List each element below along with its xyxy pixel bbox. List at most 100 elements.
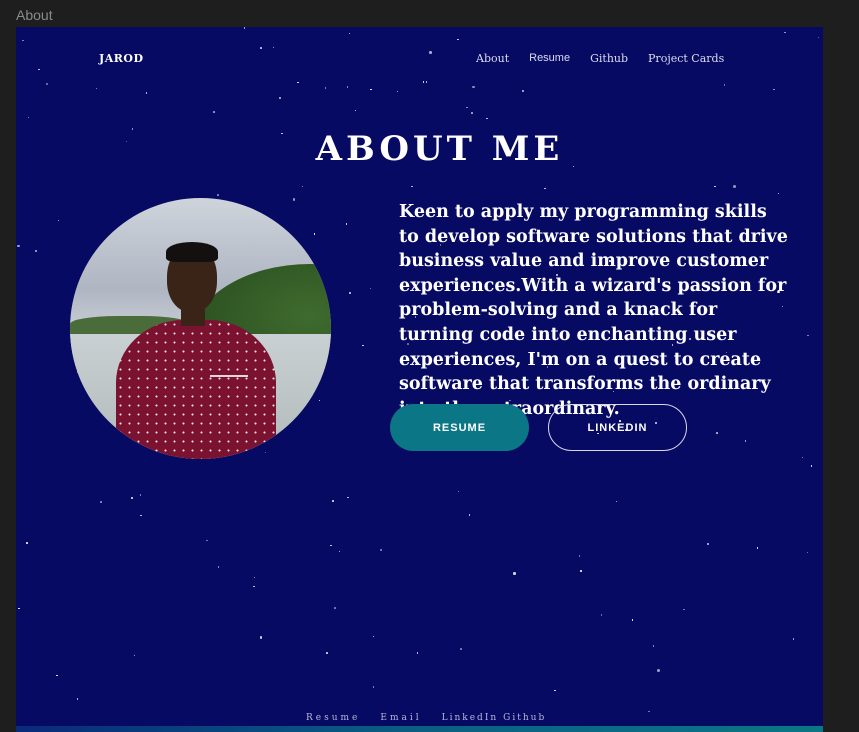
star-dot: [652, 645, 655, 647]
linkedin-button[interactable]: LINKEDIN: [548, 404, 687, 451]
star-dot: [131, 497, 133, 499]
star-dot: [348, 32, 351, 35]
star-dot: [784, 31, 786, 34]
star-dot: [354, 109, 356, 112]
star-dot: [806, 551, 809, 554]
star-dot: [369, 287, 372, 290]
star-dot: [723, 84, 725, 86]
star-dot: [631, 619, 634, 621]
star-dot: [56, 674, 58, 677]
top-nav: About Resume Github Project Cards: [476, 52, 744, 65]
star-dot: [362, 344, 364, 347]
star-dot: [22, 39, 24, 42]
star-dot: [706, 542, 710, 546]
star-dot: [411, 185, 413, 188]
star-dot: [76, 698, 79, 700]
footer-link-email[interactable]: Email: [380, 713, 421, 723]
star-dot: [466, 106, 468, 109]
star-dot: [756, 547, 759, 549]
star-dot: [139, 494, 142, 496]
star-dot: [777, 192, 780, 195]
star-dot: [733, 185, 736, 188]
star-dot: [429, 51, 432, 54]
star-dot: [396, 90, 399, 93]
brand-logo[interactable]: JAROD: [99, 52, 144, 65]
star-dot: [95, 87, 98, 90]
star-dot: [324, 87, 327, 89]
star-dot: [807, 334, 809, 336]
star-dot: [259, 636, 263, 639]
star-dot: [17, 244, 20, 248]
footer-links: Resume Email LinkedIn Github: [306, 713, 551, 723]
star-dot: [140, 514, 142, 517]
star-dot: [100, 501, 102, 503]
star-dot: [457, 38, 459, 41]
page-title: ABOUT ME: [315, 129, 564, 169]
star-dot: [600, 614, 603, 616]
star-dot: [372, 686, 375, 688]
star-dot: [346, 86, 349, 88]
star-dot: [292, 198, 296, 201]
star-dot: [46, 83, 48, 85]
star-dot: [253, 585, 255, 588]
star-dot: [522, 90, 524, 92]
star-dot: [297, 81, 299, 84]
star-dot: [773, 88, 775, 91]
star-dot: [372, 635, 375, 638]
star-dot: [217, 194, 219, 196]
resume-button[interactable]: RESUME: [390, 404, 529, 451]
star-dot: [301, 185, 304, 188]
nav-item-about[interactable]: About: [476, 52, 509, 65]
star-dot: [792, 638, 795, 640]
star-dot: [206, 539, 208, 542]
star-dot: [217, 566, 220, 568]
star-dot: [18, 607, 20, 610]
photo-person-hair: [166, 242, 218, 262]
star-dot: [272, 46, 275, 49]
nav-item-project-cards[interactable]: Project Cards: [648, 52, 724, 65]
star-dot: [57, 219, 60, 222]
footer-link-github[interactable]: Github: [503, 713, 546, 723]
star-dot: [468, 514, 471, 516]
star-dot: [744, 440, 747, 442]
nav-item-github[interactable]: Github: [590, 52, 628, 65]
star-dot: [26, 542, 28, 544]
star-dot: [332, 500, 334, 502]
star-dot: [145, 92, 148, 94]
about-page-frame: JAROD About Resume Github Project Cards …: [16, 27, 823, 732]
star-dot: [513, 572, 516, 575]
star-dot: [334, 607, 336, 609]
star-dot: [716, 432, 718, 434]
star-dot: [35, 250, 37, 252]
star-dot: [615, 500, 618, 503]
star-dot: [313, 233, 316, 235]
star-dot: [457, 490, 460, 493]
star-dot: [347, 496, 349, 499]
star-dot: [345, 223, 348, 225]
star-dot: [416, 652, 419, 654]
star-dot: [260, 47, 262, 49]
star-dot: [348, 291, 352, 295]
star-dot: [683, 608, 685, 611]
star-dot: [243, 27, 246, 29]
nav-item-resume[interactable]: Resume: [529, 52, 570, 65]
star-dot: [133, 654, 136, 657]
star-dot: [326, 652, 328, 654]
star-dot: [817, 36, 820, 39]
star-dot: [253, 576, 256, 579]
footer-link-resume[interactable]: Resume: [306, 713, 360, 723]
editor-frame-label: About: [16, 7, 53, 23]
star-dot: [810, 465, 813, 467]
star-dot: [554, 689, 556, 692]
footer-link-linkedin[interactable]: LinkedIn: [442, 713, 499, 723]
star-dot: [544, 187, 546, 190]
star-dot: [578, 555, 581, 557]
star-dot: [330, 544, 332, 547]
star-dot: [801, 456, 804, 459]
footer-accent-bar: [16, 726, 823, 732]
star-dot: [657, 669, 660, 672]
star-dot: [580, 570, 582, 572]
star-dot: [380, 549, 382, 551]
star-dot: [279, 97, 281, 99]
profile-photo: [70, 198, 331, 459]
